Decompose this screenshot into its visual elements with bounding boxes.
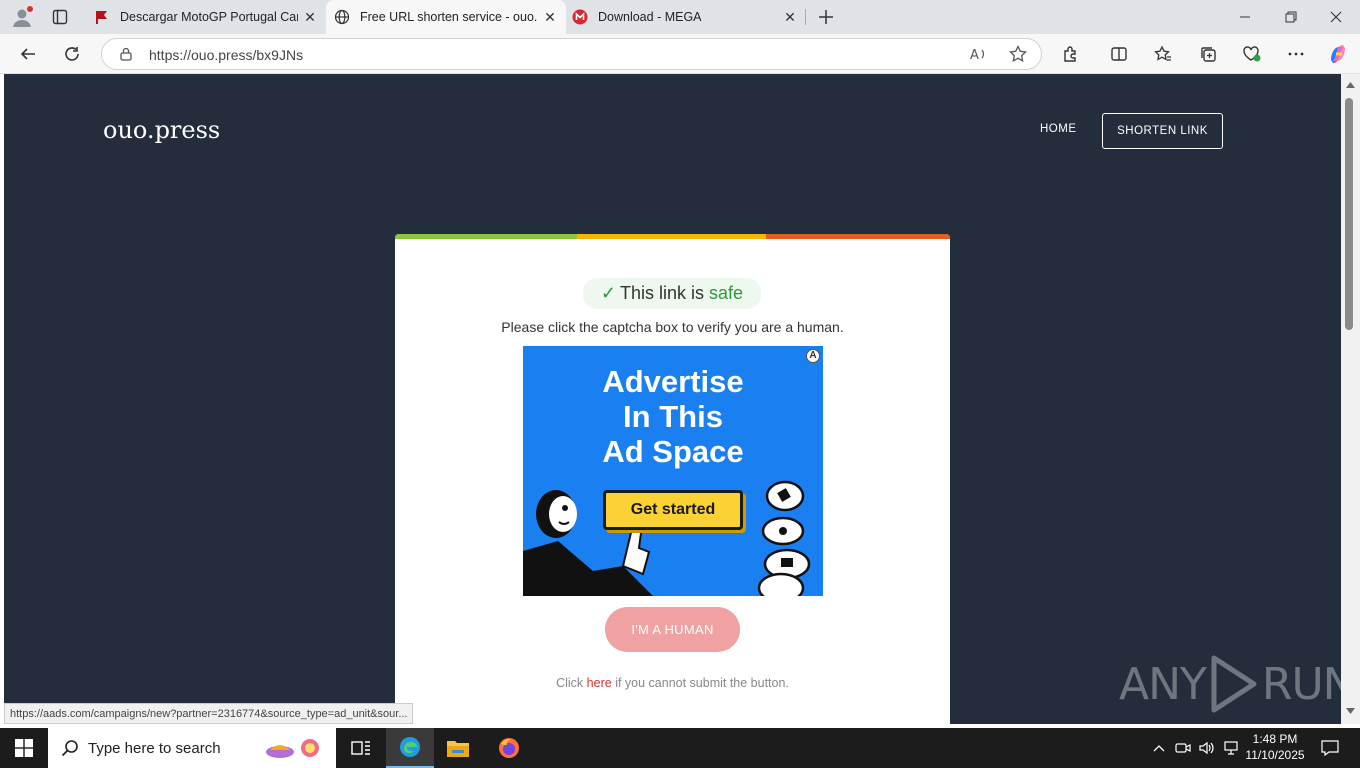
watermark-right: RUN [1261,658,1341,710]
back-icon[interactable] [14,40,42,68]
tab-ouo-press[interactable]: Free URL shorten service - ouo.pr ✕ [326,0,566,34]
card-color-bar [395,234,950,239]
scroll-up-icon[interactable] [1346,82,1355,88]
fallback-prefix: Click [556,676,584,690]
copilot-icon[interactable] [1324,40,1352,68]
anyrun-watermark: ANY RUN [1119,654,1341,714]
svg-text:A: A [970,48,979,62]
ad-headline-line: Ad Space [602,434,744,469]
close-window-icon[interactable] [1322,3,1350,31]
file-explorer-icon[interactable] [434,728,482,768]
checkmark-icon: ✓ [600,283,617,303]
taskbar-search-box[interactable]: Type here to search [48,728,336,768]
ad-headline-line: Advertise [602,364,744,399]
ad-banner[interactable]: A Advertise In This Ad Space Get started [523,346,823,596]
tab-title: Descargar MotoGP Portugal Carre [120,10,298,24]
restore-icon[interactable] [1277,3,1305,31]
windows-start-icon[interactable] [0,728,48,768]
tab-strip: Descargar MotoGP Portugal Carre ✕ Free U… [0,0,1360,34]
close-tab-icon[interactable]: ✕ [782,9,798,25]
collections-icon[interactable] [1194,40,1222,68]
tab-separator [805,9,806,25]
ad-headline-line: In This [623,399,723,434]
refresh-icon[interactable] [58,40,86,68]
safe-prefix: This link is [620,283,705,303]
red-flag-icon [94,9,110,25]
browser-toolbar: https://ouo.press/bx9JNs A [0,34,1360,74]
notifications-icon[interactable] [1310,728,1350,768]
edge-taskbar-icon[interactable] [386,728,434,768]
ad-coins-illustration [757,480,811,596]
page-viewport: ouo.press HOME SHORTEN LINK ✓ This link … [4,74,1341,724]
network-icon[interactable] [1219,728,1243,768]
close-tab-icon[interactable]: ✕ [542,9,558,25]
clock-time: 1:48 PM [1252,732,1298,746]
clock-date: 11/10/2025 [1245,748,1305,762]
favorite-star-icon[interactable] [1009,45,1027,63]
globe-icon [334,9,350,25]
ad-badge-icon[interactable]: A [806,349,820,363]
scroll-down-icon[interactable] [1346,708,1355,714]
verification-card: ✓ This link is safe Please click the cap… [395,234,950,724]
tab-title: Free URL shorten service - ouo.pr [360,10,538,24]
fallback-here-link[interactable]: here [587,676,612,690]
ad-headline: Advertise In This Ad Space [523,364,823,469]
lock-icon[interactable] [119,47,133,61]
favorites-icon[interactable] [1149,40,1177,68]
system-clock[interactable]: 1:48 PM 11/10/2025 [1244,731,1306,763]
windows-taskbar: Type here to search 1:48 PM 11/10/2025 [0,728,1360,768]
safe-word: safe [709,283,744,303]
tab-title: Download - MEGA [598,10,702,24]
play-logo-icon [1211,655,1257,713]
vertical-scrollbar[interactable] [1341,74,1360,724]
minimize-icon[interactable] [1231,3,1259,31]
shorten-link-button[interactable]: SHORTEN LINK [1102,113,1223,149]
split-screen-icon[interactable] [1105,40,1133,68]
fallback-message: Click here if you cannot submit the butt… [395,676,950,690]
tab-motogp[interactable]: Descargar MotoGP Portugal Carre ✕ [86,0,326,34]
firefox-icon[interactable] [485,728,533,768]
ad-get-started-button[interactable]: Get started [603,490,743,530]
extensions-icon[interactable] [1057,40,1085,68]
read-aloud-icon[interactable]: A [970,46,988,62]
fallback-suffix: if you cannot submit the button. [615,676,789,690]
volume-icon[interactable] [1195,728,1219,768]
captcha-instruction: Please click the captcha box to verify y… [501,319,844,335]
search-highlight-icon[interactable] [262,734,326,762]
profile-avatar-icon[interactable] [8,3,36,31]
scroll-thumb[interactable] [1345,98,1353,330]
more-options-icon[interactable] [1282,40,1310,68]
address-bar[interactable]: https://ouo.press/bx9JNs A [101,38,1042,70]
nav-home-link[interactable]: HOME [1040,123,1077,135]
im-a-human-button[interactable]: I'M A HUMAN [605,607,740,652]
site-logo[interactable]: ouo.press [103,116,220,144]
mega-icon [572,9,588,25]
url-text[interactable]: https://ouo.press/bx9JNs [149,47,303,63]
task-view-icon[interactable] [337,728,385,768]
tab-actions-icon[interactable] [46,3,74,31]
close-tab-icon[interactable]: ✕ [302,9,318,25]
meet-now-icon[interactable] [1171,728,1195,768]
safe-link-badge: ✓ This link is safe [583,278,761,309]
show-hidden-icons-icon[interactable] [1147,728,1171,768]
search-icon [61,740,78,757]
tab-mega[interactable]: Download - MEGA ✕ [566,0,806,34]
watermark-left: ANY [1119,658,1207,710]
new-tab-icon[interactable] [812,3,840,31]
link-status-bar: https://aads.com/campaigns/new?partner=2… [4,703,414,724]
browser-essentials-icon[interactable] [1238,40,1266,68]
search-placeholder: Type here to search [88,739,221,757]
